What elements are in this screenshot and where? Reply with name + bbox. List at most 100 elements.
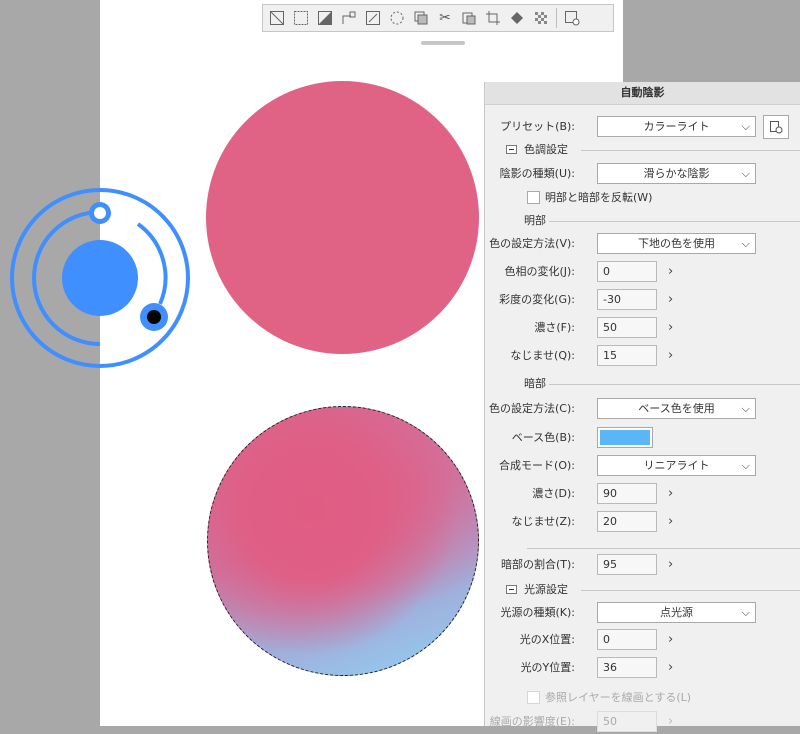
dark-density-label: 濃さ(D): — [532, 487, 575, 500]
chevron-down-icon: ⌵ — [741, 167, 750, 180]
light-x-row: 光のX位置: 0 › — [485, 628, 800, 652]
dark-density-row: 濃さ(D): 90 › — [485, 482, 800, 506]
chevron-down-icon: ⌵ — [741, 120, 750, 133]
divider — [527, 548, 800, 549]
invert-label: 明部と暗部を反転(W) — [545, 191, 653, 204]
settings-icon[interactable] — [560, 6, 584, 30]
divider — [549, 221, 800, 222]
tone-section-header[interactable]: 色調設定 — [485, 141, 800, 159]
toolbar-grabber[interactable] — [421, 41, 465, 45]
light-source-type-select[interactable]: 点光源 ⌵ — [597, 602, 756, 623]
chevron-right-icon[interactable]: › — [668, 628, 673, 652]
light-density-row: 濃さ(F): 50 › — [485, 316, 800, 340]
dark-density-input[interactable]: 90 — [597, 483, 657, 504]
dark-blend-input[interactable]: 20 — [597, 511, 657, 532]
light-density-label: 濃さ(F): — [534, 321, 575, 334]
light-color-method-label: 色の設定方法(V): — [489, 237, 575, 250]
light-y-input[interactable]: 36 — [597, 657, 657, 678]
chevron-right-icon[interactable]: › — [668, 260, 673, 284]
chevron-right-icon[interactable]: › — [668, 656, 673, 680]
copy-layer-icon[interactable] — [409, 6, 433, 30]
blend-mode-label: 合成モード(O): — [499, 459, 575, 472]
sparkle-icon[interactable] — [385, 6, 409, 30]
transform-icon[interactable] — [361, 6, 385, 30]
paste-icon[interactable] — [457, 6, 481, 30]
ref-layer-label: 参照レイヤーを線画とする(L) — [545, 691, 692, 704]
ref-layer-checkbox[interactable] — [527, 691, 540, 704]
collapse-icon[interactable] — [506, 585, 517, 594]
dark-ratio-input[interactable]: 95 — [597, 554, 657, 575]
light-source-section-header[interactable]: 光源設定 — [485, 581, 800, 599]
selection-frame-icon[interactable] — [289, 6, 313, 30]
dither-icon[interactable] — [529, 6, 553, 30]
shadow-type-row: 陰影の種類(U): 滑らかな陰影 ⌵ — [485, 162, 800, 186]
light-source-section-title: 光源設定 — [524, 583, 568, 596]
panel-title: 自動陰影 — [485, 82, 800, 105]
light-y-row: 光のY位置: 36 › — [485, 656, 800, 680]
light-color-method-row: 色の設定方法(V): 下地の色を使用 ⌵ — [485, 232, 800, 256]
preset-save-button[interactable] — [763, 115, 789, 139]
chevron-down-icon: ⌵ — [741, 237, 750, 250]
chevron-right-icon[interactable]: › — [668, 553, 673, 577]
base-color-row: ベース色(B): — [485, 426, 800, 450]
dark-ratio-label: 暗部の割合(T): — [500, 558, 575, 571]
preset-label: プリセット(B): — [500, 120, 575, 133]
crop-icon[interactable] — [481, 6, 505, 30]
chevron-down-icon: ⌵ — [741, 402, 750, 415]
light-source-type-row: 光源の種類(K): 点光源 ⌵ — [485, 601, 800, 625]
base-color-fill — [600, 430, 650, 445]
line-density-input[interactable]: 50 — [597, 711, 657, 732]
invert-row: 明部と暗部を反転(W) — [485, 186, 800, 210]
chevron-down-icon: ⌵ — [741, 606, 750, 619]
saturation-label: 彩度の変化(G): — [499, 293, 575, 306]
hue-label: 色相の変化(J): — [504, 265, 575, 278]
preset-row: プリセット(B): カラーライト ⌵ — [485, 115, 800, 139]
light-source-type-label: 光源の種類(K): — [500, 606, 575, 619]
hue-row: 色相の変化(J): 0 › — [485, 260, 800, 284]
light-blend-label: なじませ(Q): — [510, 349, 575, 362]
dark-color-method-select[interactable]: ベース色を使用 ⌵ — [597, 398, 756, 419]
blend-mode-row: 合成モード(O): リニアライト ⌵ — [485, 454, 800, 478]
dark-color-method-label: 色の設定方法(C): — [489, 402, 575, 415]
divider — [549, 384, 800, 385]
light-x-input[interactable]: 0 — [597, 629, 657, 650]
cut-icon[interactable]: ✂ — [433, 6, 457, 30]
preset-settings-icon — [770, 121, 783, 134]
saturation-row: 彩度の変化(G): -30 › — [485, 288, 800, 312]
corner-icon[interactable] — [337, 6, 361, 30]
light-position-widget[interactable] — [8, 186, 192, 370]
line-density-label: 線画の影響度(E): — [489, 715, 575, 728]
light-density-input[interactable]: 50 — [597, 317, 657, 338]
light-y-label: 光のY位置: — [520, 661, 575, 674]
chevron-right-icon[interactable]: › — [668, 316, 673, 340]
dark-color-method-row: 色の設定方法(C): ベース色を使用 ⌵ — [485, 397, 800, 421]
fill-half-icon[interactable] — [313, 6, 337, 30]
base-color-label: ベース色(B): — [511, 431, 575, 444]
dark-subsection-title: 暗部 — [524, 377, 546, 390]
dark-blend-label: なじませ(Z): — [511, 515, 576, 528]
no-snap-icon[interactable] — [265, 6, 289, 30]
chevron-right-icon[interactable]: › — [668, 482, 673, 506]
light-subsection-title: 明部 — [524, 214, 546, 227]
hue-input[interactable]: 0 — [597, 261, 657, 282]
fill-icon[interactable] — [505, 6, 529, 30]
pink-circle-original — [206, 81, 479, 354]
dark-ratio-row: 暗部の割合(T): 95 › — [485, 553, 800, 577]
saturation-input[interactable]: -30 — [597, 289, 657, 310]
shadow-type-select[interactable]: 滑らかな陰影 ⌵ — [597, 163, 756, 184]
collapse-icon[interactable] — [506, 145, 517, 154]
invert-checkbox[interactable] — [527, 191, 540, 204]
chevron-right-icon[interactable]: › — [668, 710, 673, 734]
chevron-right-icon[interactable]: › — [668, 288, 673, 312]
chevron-right-icon[interactable]: › — [668, 510, 673, 534]
chevron-down-icon: ⌵ — [741, 459, 750, 472]
blend-mode-select[interactable]: リニアライト ⌵ — [597, 455, 756, 476]
chevron-right-icon[interactable]: › — [668, 344, 673, 368]
light-blend-input[interactable]: 15 — [597, 345, 657, 366]
light-x-label: 光のX位置: — [519, 633, 575, 646]
light-color-method-select[interactable]: 下地の色を使用 ⌵ — [597, 233, 756, 254]
base-color-swatch[interactable] — [597, 427, 653, 448]
dark-subsection-header: 暗部 — [485, 375, 800, 393]
preset-select[interactable]: カラーライト ⌵ — [597, 116, 756, 137]
dark-blend-row: なじませ(Z): 20 › — [485, 510, 800, 534]
